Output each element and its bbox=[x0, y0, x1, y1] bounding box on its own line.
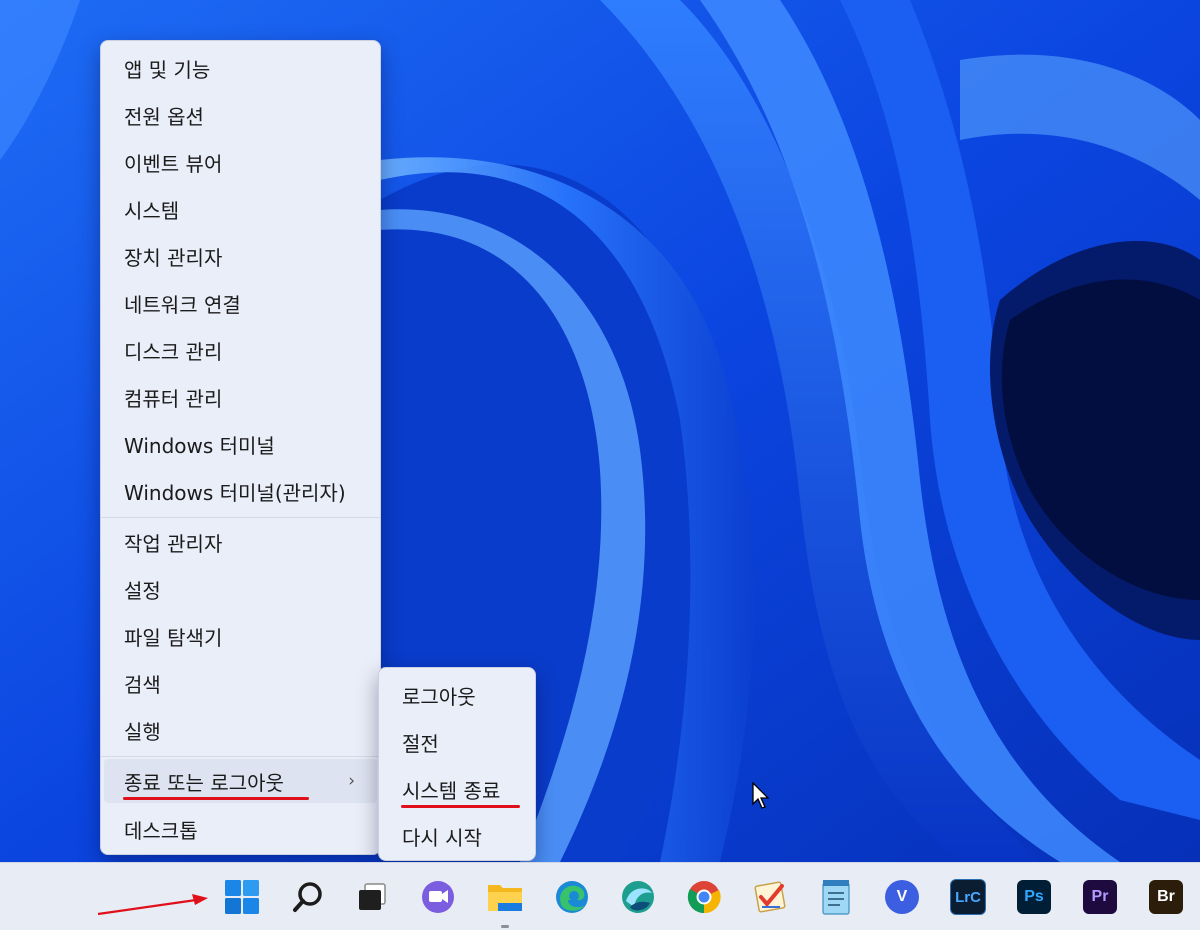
menu-item-settings[interactable]: 설정 bbox=[101, 567, 380, 611]
start-button[interactable] bbox=[222, 877, 262, 917]
v-app-icon: V bbox=[885, 880, 919, 914]
menu-item-label: 검색 bbox=[124, 672, 161, 697]
chrome-icon bbox=[687, 881, 721, 914]
menu-item-label: 설정 bbox=[124, 578, 161, 603]
submenu-item-sign-out[interactable]: 로그아웃 bbox=[379, 672, 535, 718]
edge-icon bbox=[556, 881, 588, 913]
menu-item-computer-management[interactable]: 컴퓨터 관리 bbox=[101, 375, 380, 419]
menu-item-label: 이벤트 뷰어 bbox=[124, 151, 223, 176]
app-swirl-icon bbox=[622, 881, 654, 913]
menu-item-power-options[interactable]: 전원 옵션 bbox=[101, 93, 380, 137]
chrome-button[interactable] bbox=[684, 877, 724, 917]
menu-item-run[interactable]: 실행 bbox=[101, 708, 380, 752]
menu-divider bbox=[101, 517, 380, 518]
taskbar-search-button[interactable] bbox=[288, 877, 328, 917]
menu-item-label: 디스크 관리 bbox=[124, 339, 223, 364]
bridge-button[interactable]: Br bbox=[1146, 877, 1186, 917]
menu-item-apps-and-features[interactable]: 앱 및 기능 bbox=[101, 46, 380, 90]
menu-item-disk-management[interactable]: 디스크 관리 bbox=[101, 328, 380, 372]
menu-divider bbox=[101, 756, 380, 757]
photoshop-icon: Ps bbox=[1017, 880, 1051, 914]
file-explorer-button[interactable] bbox=[485, 877, 525, 917]
submenu-item-label: 로그아웃 bbox=[402, 684, 476, 709]
menu-item-label: 전원 옵션 bbox=[124, 104, 204, 129]
submenu-item-sleep[interactable]: 절전 bbox=[379, 719, 535, 765]
submenu-item-label: 절전 bbox=[402, 731, 439, 756]
search-icon bbox=[293, 882, 322, 912]
chat-button[interactable] bbox=[418, 877, 458, 917]
menu-item-file-explorer[interactable]: 파일 탐색기 bbox=[101, 614, 380, 658]
annotation-arrow-icon bbox=[97, 894, 208, 916]
task-view-icon bbox=[359, 883, 386, 910]
notepad-icon bbox=[822, 880, 850, 915]
menu-item-device-manager[interactable]: 장치 관리자 bbox=[101, 234, 380, 278]
menu-item-task-manager[interactable]: 작업 관리자 bbox=[101, 520, 380, 564]
submenu-item-label: 다시 시작 bbox=[402, 825, 482, 850]
menu-item-network-connections[interactable]: 네트워크 연결 bbox=[101, 281, 380, 325]
menu-item-label: 앱 및 기능 bbox=[124, 57, 211, 82]
menu-item-system[interactable]: 시스템 bbox=[101, 187, 380, 231]
running-indicator bbox=[501, 925, 509, 928]
menu-item-label: 종료 또는 로그아웃 bbox=[124, 770, 284, 795]
submenu-item-label: 시스템 종료 bbox=[402, 778, 501, 803]
task-view-button[interactable] bbox=[352, 877, 392, 917]
menu-item-event-viewer[interactable]: 이벤트 뷰어 bbox=[101, 140, 380, 184]
lightroom-classic-icon: LrC bbox=[950, 879, 986, 915]
edge-button[interactable] bbox=[552, 877, 592, 917]
lightroom-classic-button[interactable]: LrC bbox=[948, 877, 988, 917]
premiere-icon: Pr bbox=[1083, 880, 1117, 914]
menu-item-label: Windows 터미널(관리자) bbox=[124, 480, 346, 505]
menu-item-windows-terminal-admin[interactable]: Windows 터미널(관리자) bbox=[101, 469, 380, 513]
premiere-button[interactable]: Pr bbox=[1080, 877, 1120, 917]
menu-item-label: 데스크톱 bbox=[124, 818, 198, 843]
file-explorer-icon bbox=[488, 885, 522, 911]
chevron-right-icon: › bbox=[348, 771, 355, 791]
menu-item-label: Windows 터미널 bbox=[124, 433, 275, 458]
chat-icon bbox=[422, 881, 454, 913]
photoshop-button[interactable]: Ps bbox=[1014, 877, 1054, 917]
menu-item-desktop[interactable]: 데스크톱 bbox=[101, 807, 380, 851]
winx-context-menu: 앱 및 기능 전원 옵션 이벤트 뷰어 시스템 장치 관리자 네트워크 연결 디… bbox=[100, 40, 381, 855]
shutdown-submenu: 로그아웃 절전 시스템 종료 다시 시작 bbox=[378, 667, 536, 861]
app-swirl-button[interactable] bbox=[618, 877, 658, 917]
annotation-underline bbox=[123, 797, 309, 800]
checklist-app-button[interactable] bbox=[750, 877, 790, 917]
bridge-icon: Br bbox=[1149, 880, 1183, 914]
menu-item-label: 작업 관리자 bbox=[124, 531, 223, 556]
mouse-cursor-icon bbox=[752, 782, 770, 809]
menu-item-label: 장치 관리자 bbox=[124, 245, 223, 270]
menu-item-label: 네트워크 연결 bbox=[124, 292, 241, 317]
notepad-button[interactable] bbox=[816, 877, 856, 917]
menu-item-label: 실행 bbox=[124, 719, 161, 744]
menu-item-search[interactable]: 검색 bbox=[101, 661, 380, 705]
menu-item-label: 파일 탐색기 bbox=[124, 625, 223, 650]
start-icon bbox=[225, 880, 259, 914]
checklist-icon bbox=[754, 881, 786, 913]
menu-item-label: 시스템 bbox=[124, 198, 180, 223]
annotation-underline bbox=[401, 805, 520, 808]
v-app-button[interactable]: V bbox=[882, 877, 922, 917]
menu-item-windows-terminal[interactable]: Windows 터미널 bbox=[101, 422, 380, 466]
submenu-item-restart[interactable]: 다시 시작 bbox=[379, 813, 535, 859]
menu-item-label: 컴퓨터 관리 bbox=[124, 386, 223, 411]
